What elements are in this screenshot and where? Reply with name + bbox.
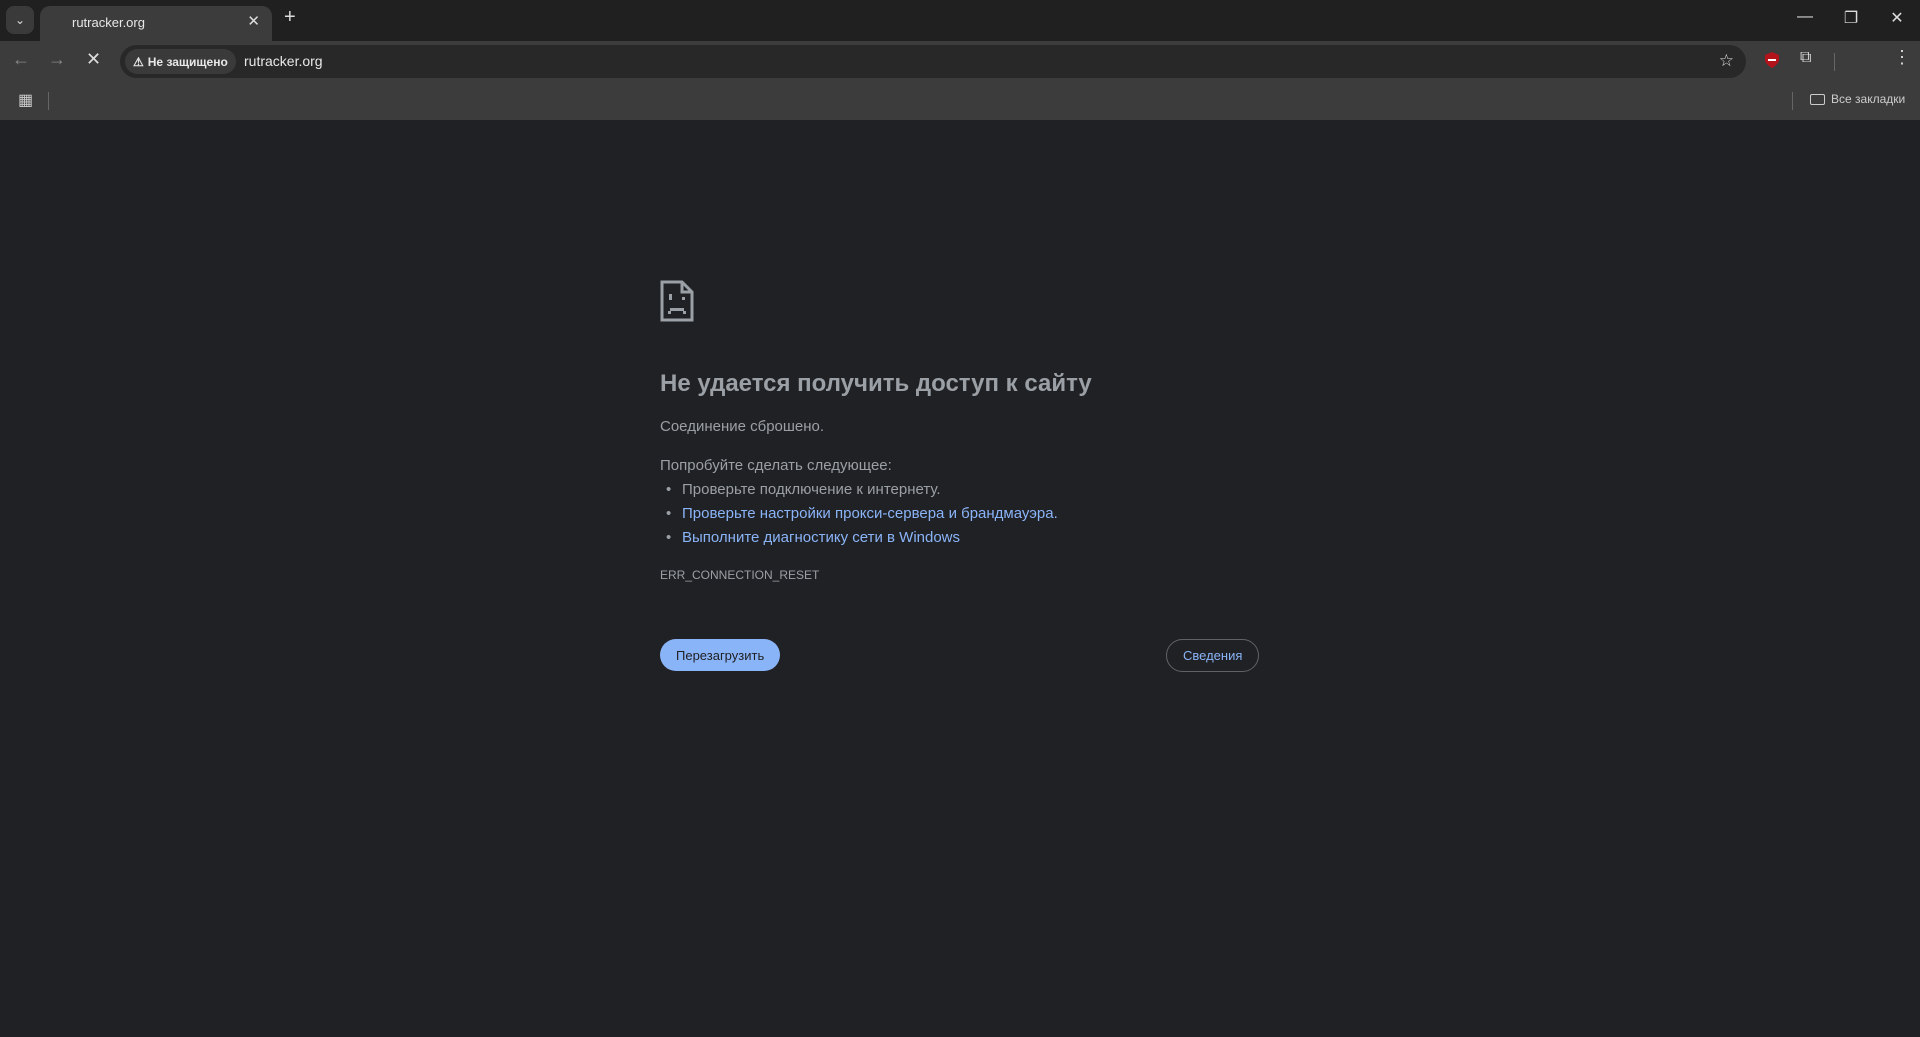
divider bbox=[1792, 92, 1793, 110]
details-button[interactable]: Сведения bbox=[1166, 639, 1260, 672]
toolbar: ← → ✕ ⚠ Не защищено rutracker.org ☆ ⧉ ⋮ bbox=[0, 41, 1920, 82]
url-text[interactable]: rutracker.org bbox=[244, 53, 323, 69]
shield-extension-icon[interactable] bbox=[1764, 51, 1780, 69]
tab-close-icon[interactable]: ✕ bbox=[247, 12, 260, 30]
divider bbox=[48, 92, 49, 110]
tab-search-button[interactable]: ⌄ bbox=[6, 6, 34, 34]
extensions-puzzle-icon[interactable]: ⧉ bbox=[1800, 49, 1811, 67]
suggestions-heading: Попробуйте сделать следующее: bbox=[660, 457, 892, 474]
suggestion-check-connection: Проверьте подключение к интернету. bbox=[666, 481, 941, 498]
suggestion-network-diagnostics-link[interactable]: Выполните диагностику сети в Windows bbox=[666, 529, 960, 546]
close-window-button[interactable]: ✕ bbox=[1882, 8, 1912, 28]
error-title: Не удается получить доступ к сайту bbox=[660, 370, 1092, 397]
all-bookmarks-label: Все закладки bbox=[1831, 92, 1906, 106]
bookmark-star-icon[interactable]: ☆ bbox=[1719, 51, 1734, 71]
warning-icon: ⚠ bbox=[133, 54, 144, 69]
reload-button[interactable]: Перезагрузить bbox=[660, 639, 781, 671]
address-bar[interactable]: ⚠ Не защищено rutracker.org ☆ bbox=[120, 45, 1746, 78]
minimize-button[interactable]: — bbox=[1790, 8, 1820, 26]
suggestion-proxy-firewall-link[interactable]: Проверьте настройки прокси-сервера и бра… bbox=[666, 505, 1058, 522]
divider bbox=[1834, 53, 1835, 71]
folder-icon bbox=[1810, 93, 1825, 105]
security-chip[interactable]: ⚠ Не защищено bbox=[125, 49, 236, 74]
restore-button[interactable]: ❐ bbox=[1836, 8, 1866, 28]
error-subtitle: Соединение сброшено. bbox=[660, 418, 825, 435]
tab-active[interactable]: rutracker.org ✕ bbox=[40, 6, 272, 41]
menu-kebab-icon[interactable]: ⋮ bbox=[1893, 47, 1911, 68]
error-code: ERR_CONNECTION_RESET bbox=[660, 568, 820, 582]
forward-button[interactable]: → bbox=[48, 49, 66, 70]
all-bookmarks-button[interactable]: Все закладки bbox=[1810, 92, 1905, 106]
tab-title: rutracker.org bbox=[72, 15, 145, 30]
chevron-down-icon: ⌄ bbox=[14, 13, 26, 27]
tab-strip: ⌄ rutracker.org ✕ + — ❐ ✕ bbox=[0, 0, 1920, 41]
bookmarks-bar: ▦ Все закладки bbox=[0, 82, 1920, 120]
security-label: Не защищено bbox=[147, 54, 228, 69]
back-button[interactable]: ← bbox=[12, 49, 30, 70]
apps-grid-icon[interactable]: ▦ bbox=[18, 90, 33, 110]
sad-page-icon bbox=[660, 280, 694, 322]
stop-loading-button[interactable]: ✕ bbox=[86, 49, 101, 70]
new-tab-button[interactable]: + bbox=[284, 6, 296, 29]
